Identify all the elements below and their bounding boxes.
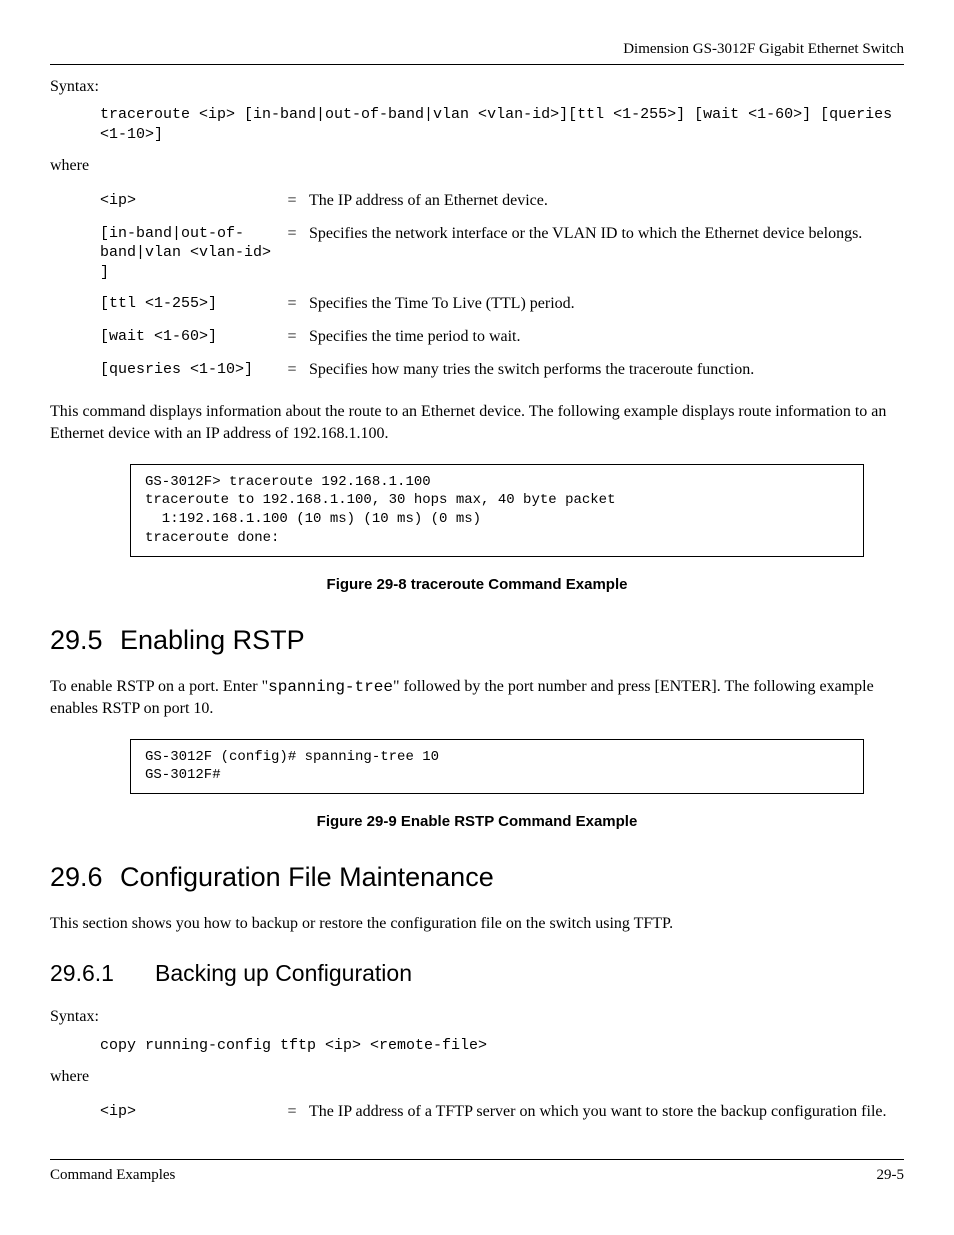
section-number: 29.6 — [50, 860, 120, 895]
backup-params-table: <ip> = The IP address of a TFTP server o… — [100, 1096, 892, 1129]
param-desc: Specifies the Time To Live (TTL) period. — [309, 288, 868, 321]
param-name: [in-band|out-of-band|vlan <vlan-id> ] — [100, 218, 281, 289]
param-name: [wait <1-60>] — [100, 321, 281, 354]
param-desc: The IP address of a TFTP server on which… — [309, 1096, 892, 1129]
section-title: Configuration File Maintenance — [120, 862, 494, 892]
page-footer: Command Examples 29-5 — [50, 1159, 904, 1186]
page-header: Dimension GS-3012F Gigabit Ethernet Swit… — [50, 40, 904, 65]
table-row: <ip> = The IP address of an Ethernet dev… — [100, 185, 868, 218]
equals-sign: = — [281, 354, 309, 387]
param-desc: Specifies the network interface or the V… — [309, 218, 868, 289]
figure-caption-29-8: Figure 29-8 traceroute Command Example — [50, 575, 904, 595]
param-desc: Specifies the time period to wait. — [309, 321, 868, 354]
param-name: <ip> — [100, 185, 281, 218]
footer-right: 29-5 — [877, 1166, 905, 1186]
cfg-description: This section shows you how to backup or … — [50, 913, 904, 935]
traceroute-description: This command displays information about … — [50, 401, 904, 446]
equals-sign: = — [281, 218, 309, 289]
table-row: [wait <1-60>] = Specifies the time perio… — [100, 321, 868, 354]
where-label: where — [50, 1067, 904, 1088]
subsection-title: Backing up Configuration — [155, 960, 412, 986]
param-name: [ttl <1-255>] — [100, 288, 281, 321]
table-row: [in-band|out-of-band|vlan <vlan-id> ] = … — [100, 218, 868, 289]
syntax-label: Syntax: — [50, 77, 904, 98]
traceroute-syntax: traceroute <ip> [in-band|out-of-band|vla… — [100, 105, 904, 144]
section-29-5-heading: 29.5Enabling RSTP — [50, 623, 904, 658]
rstp-text-pre: To enable RSTP on a port. Enter " — [50, 678, 268, 695]
figure-caption-29-9: Figure 29-9 Enable RSTP Command Example — [50, 812, 904, 832]
footer-left: Command Examples — [50, 1166, 175, 1186]
param-name: <ip> — [100, 1096, 281, 1129]
equals-sign: = — [281, 288, 309, 321]
rstp-example-box: GS-3012F (config)# spanning-tree 10 GS-3… — [130, 739, 864, 795]
section-number: 29.5 — [50, 623, 120, 658]
rstp-description: To enable RSTP on a port. Enter "spannin… — [50, 676, 904, 721]
subsection-number: 29.6.1 — [50, 959, 155, 989]
section-29-6-heading: 29.6Configuration File Maintenance — [50, 860, 904, 895]
syntax-label: Syntax: — [50, 1007, 904, 1028]
table-row: [ttl <1-255>] = Specifies the Time To Li… — [100, 288, 868, 321]
traceroute-params-table: <ip> = The IP address of an Ethernet dev… — [100, 185, 868, 387]
traceroute-example-box: GS-3012F> traceroute 192.168.1.100 trace… — [130, 464, 864, 558]
table-row: [quesries <1-10>] = Specifies how many t… — [100, 354, 868, 387]
equals-sign: = — [281, 185, 309, 218]
section-29-6-1-heading: 29.6.1Backing up Configuration — [50, 959, 904, 989]
where-label: where — [50, 156, 904, 177]
section-title: Enabling RSTP — [120, 625, 305, 655]
equals-sign: = — [281, 321, 309, 354]
param-desc: The IP address of an Ethernet device. — [309, 185, 868, 218]
param-desc: Specifies how many tries the switch perf… — [309, 354, 868, 387]
table-row: <ip> = The IP address of a TFTP server o… — [100, 1096, 892, 1129]
param-name: [quesries <1-10>] — [100, 354, 281, 387]
equals-sign: = — [281, 1096, 309, 1129]
rstp-command-inline: spanning-tree — [268, 678, 393, 696]
backup-syntax: copy running-config tftp <ip> <remote-fi… — [100, 1036, 904, 1056]
